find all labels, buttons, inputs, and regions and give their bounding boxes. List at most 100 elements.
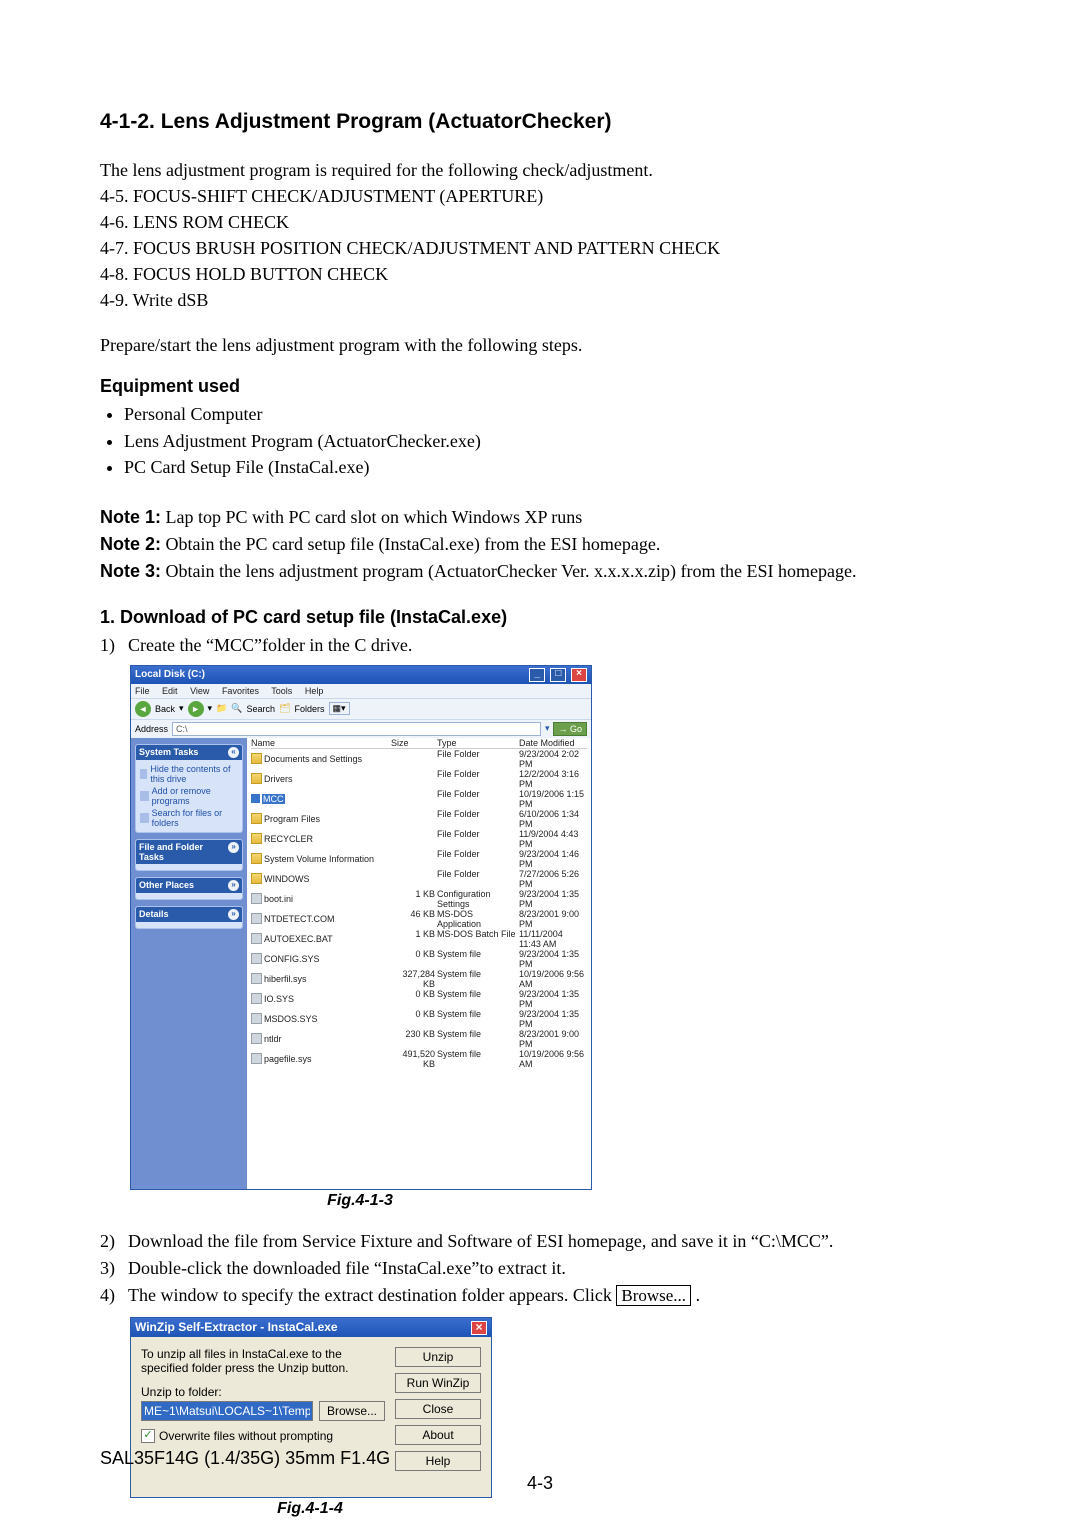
menu-view[interactable]: View — [190, 686, 209, 696]
minimize-button[interactable]: _ — [529, 668, 545, 682]
check-item: 4-7. FOCUS BRUSH POSITION CHECK/ADJUSTME… — [100, 235, 980, 261]
run-winzip-button[interactable]: Run WinZip — [395, 1373, 481, 1393]
table-row[interactable]: CONFIG.SYS0 KBSystem file9/23/2004 1:35 … — [251, 949, 587, 969]
address-dropdown-icon[interactable]: ▾ — [545, 723, 550, 734]
file-name: CONFIG.SYS — [264, 954, 320, 964]
table-row[interactable]: IO.SYS0 KBSystem file9/23/2004 1:35 PM — [251, 989, 587, 1009]
file-type: Configuration Settings — [437, 889, 517, 909]
views-icon[interactable]: ▦▾ — [329, 702, 350, 715]
table-row[interactable]: MCCFile Folder10/19/2006 1:15 PM — [251, 789, 587, 809]
menu-favorites[interactable]: Favorites — [222, 686, 259, 696]
winzip-message: To unzip all files in InstaCal.exe to th… — [141, 1347, 385, 1375]
table-row[interactable]: Documents and SettingsFile Folder9/23/20… — [251, 749, 587, 769]
close-button[interactable]: × — [471, 1321, 487, 1335]
unzip-path-input[interactable] — [141, 1401, 313, 1421]
file-type: File Folder — [437, 829, 517, 849]
back-button[interactable]: ◄ — [135, 701, 151, 717]
file-date: 10/19/2006 9:56 AM — [519, 969, 587, 989]
expand-icon[interactable]: » — [228, 880, 239, 891]
table-row[interactable]: hiberfil.sys327,284 KBSystem file10/19/2… — [251, 969, 587, 989]
explorer-menubar: File Edit View Favorites Tools Help — [131, 684, 591, 698]
search-icon[interactable]: 🔍 — [231, 703, 242, 714]
window-buttons: _ □ × — [527, 668, 587, 682]
other-places-box[interactable]: Other Places » — [135, 877, 243, 900]
file-name: Program Files — [264, 814, 320, 824]
intro-text: The lens adjustment program is required … — [100, 160, 980, 181]
table-row[interactable]: RECYCLERFile Folder11/9/2004 4:43 PM — [251, 829, 587, 849]
menu-tools[interactable]: Tools — [271, 686, 292, 696]
table-row[interactable]: DriversFile Folder12/2/2004 3:16 PM — [251, 769, 587, 789]
menu-file[interactable]: File — [135, 686, 150, 696]
note-text: Lap top PC with PC card slot on which Wi… — [166, 507, 583, 527]
file-size: 0 KB — [391, 1009, 435, 1029]
collapse-icon[interactable]: « — [228, 747, 239, 758]
col-date[interactable]: Date Modified — [519, 738, 587, 748]
table-row[interactable]: AUTOEXEC.BAT1 KBMS-DOS Batch File11/11/2… — [251, 929, 587, 949]
details-box[interactable]: Details» — [135, 906, 243, 929]
folders-label[interactable]: Folders — [294, 704, 324, 714]
file-folder-tasks-box[interactable]: File and Folder Tasks» — [135, 839, 243, 871]
file-type: File Folder — [437, 849, 517, 869]
file-list: Name Size Type Date Modified Documents a… — [247, 738, 591, 1189]
explorer-side-panel: System Tasks« Hide the contents of this … — [131, 738, 247, 1189]
overwrite-checkbox-row[interactable]: ✓ Overwrite files without prompting — [141, 1429, 385, 1443]
step-number: 4) — [100, 1282, 128, 1309]
close-button[interactable]: × — [571, 668, 587, 682]
file-name: ntldr — [264, 1034, 282, 1044]
file-date: 11/9/2004 4:43 PM — [519, 829, 587, 849]
task-hide-contents[interactable]: Hide the contents of this drive — [140, 763, 238, 785]
equipment-heading: Equipment used — [100, 376, 980, 397]
expand-icon[interactable]: » — [228, 909, 239, 920]
table-row[interactable]: pagefile.sys491,520 KBSystem file10/19/2… — [251, 1049, 587, 1069]
table-row[interactable]: boot.ini1 KBConfiguration Settings9/23/2… — [251, 889, 587, 909]
maximize-button[interactable]: □ — [550, 668, 566, 682]
folder-icon — [251, 853, 262, 864]
search-label[interactable]: Search — [247, 704, 276, 714]
table-row[interactable]: ntldr230 KBSystem file8/23/2001 9:00 PM — [251, 1029, 587, 1049]
table-row[interactable]: Program FilesFile Folder6/10/2006 1:34 P… — [251, 809, 587, 829]
other-places-title: Other Places — [139, 880, 194, 891]
file-date: 9/23/2004 1:35 PM — [519, 949, 587, 969]
section-title: 4-1-2. Lens Adjustment Program (Actuator… — [100, 110, 980, 134]
folder-icon — [251, 773, 262, 784]
note-label: Note 2: — [100, 534, 161, 554]
col-type[interactable]: Type — [437, 738, 517, 748]
check-item: 4-6. LENS ROM CHECK — [100, 209, 980, 235]
browse-button[interactable]: Browse... — [319, 1401, 385, 1421]
go-button[interactable]: → Go — [553, 722, 587, 736]
toolbar-sep: ▾ — [208, 703, 213, 714]
file-size — [391, 809, 435, 829]
unzip-button[interactable]: Unzip — [395, 1347, 481, 1367]
path-row: Browse... — [141, 1401, 385, 1421]
file-size: 491,520 KB — [391, 1049, 435, 1069]
close-button[interactable]: Close — [395, 1399, 481, 1419]
explorer-titlebar[interactable]: Local Disk (C:) _ □ × — [131, 666, 591, 684]
back-label[interactable]: Back — [155, 704, 175, 714]
task-search[interactable]: Search for files or folders — [140, 807, 238, 829]
step-number: 3) — [100, 1255, 128, 1282]
equipment-item: Personal Computer — [124, 401, 980, 427]
file-list-header[interactable]: Name Size Type Date Modified — [251, 738, 587, 749]
table-row[interactable]: MSDOS.SYS0 KBSystem file9/23/2004 1:35 P… — [251, 1009, 587, 1029]
file-date: 8/23/2001 9:00 PM — [519, 909, 587, 929]
up-icon[interactable]: 📁 — [216, 703, 227, 714]
check-list: 4-5. FOCUS-SHIFT CHECK/ADJUSTMENT (APERT… — [100, 183, 980, 313]
table-row[interactable]: NTDETECT.COM46 KBMS-DOS Application8/23/… — [251, 909, 587, 929]
table-row[interactable]: WINDOWSFile Folder7/27/2006 5:26 PM — [251, 869, 587, 889]
address-input[interactable]: C:\ — [172, 722, 541, 736]
col-name[interactable]: Name — [251, 738, 389, 748]
about-button[interactable]: About — [395, 1425, 481, 1445]
forward-button[interactable]: ► — [188, 701, 204, 717]
file-size — [391, 749, 435, 769]
menu-edit[interactable]: Edit — [162, 686, 178, 696]
winzip-titlebar[interactable]: WinZip Self-Extractor - InstaCal.exe × — [131, 1318, 491, 1337]
expand-icon[interactable]: » — [228, 842, 239, 853]
col-size[interactable]: Size — [391, 738, 435, 748]
menu-help[interactable]: Help — [305, 686, 324, 696]
checkbox-icon[interactable]: ✓ — [141, 1429, 155, 1443]
check-item: 4-9. Write dSB — [100, 287, 980, 313]
folders-icon[interactable]: 🗂 — [279, 703, 290, 714]
file-type: System file — [437, 1029, 517, 1049]
table-row[interactable]: System Volume InformationFile Folder9/23… — [251, 849, 587, 869]
task-add-remove[interactable]: Add or remove programs — [140, 785, 238, 807]
